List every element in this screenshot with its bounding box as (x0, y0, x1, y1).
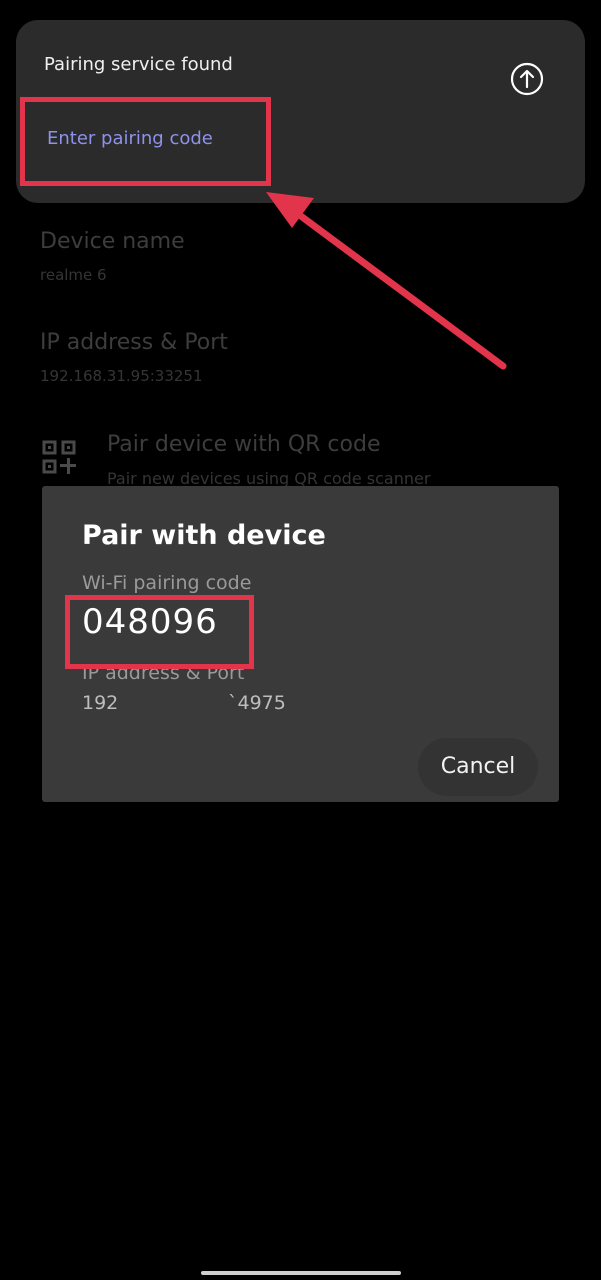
ip-port-title: IP address & Port (40, 330, 228, 355)
qr-code-add-icon (42, 440, 76, 474)
highlight-box-pairing-code (20, 97, 271, 186)
arrow-up-circle-icon[interactable] (510, 62, 544, 96)
ip-port-value-end: `4975 (228, 692, 286, 714)
screen: Device name realme 6 IP address & Port 1… (0, 0, 601, 1280)
device-name-title: Device name (40, 229, 185, 254)
wifi-pairing-code-label: Wi-Fi pairing code (82, 572, 252, 594)
notification-title: Pairing service found (44, 54, 233, 75)
dialog-title: Pair with device (82, 520, 326, 551)
highlight-box-code (65, 595, 254, 669)
ip-port-value: 192.168.31.95:33251 (40, 367, 203, 385)
cancel-button[interactable]: Cancel (418, 738, 538, 796)
device-name-value: realme 6 (40, 266, 107, 284)
pair-qr-title: Pair device with QR code (107, 432, 381, 457)
ip-port-value-start: 192 (82, 692, 119, 714)
home-gesture-bar[interactable] (201, 1271, 401, 1275)
